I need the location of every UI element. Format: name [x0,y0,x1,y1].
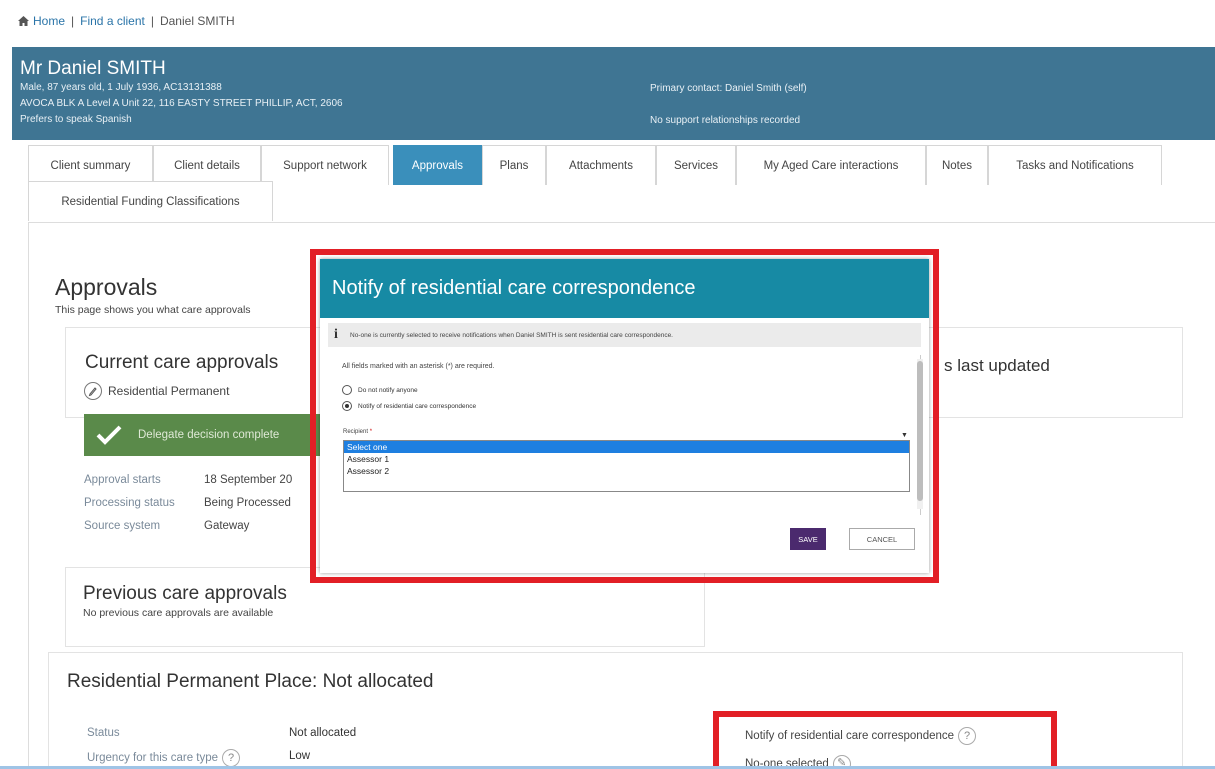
recipient-option[interactable]: Select one [344,441,909,453]
required-note: All fields marked with an asterisk (*) a… [342,363,495,370]
delegate-decision-status: Delegate decision complete [84,414,320,456]
processing-status-label: Processing status [84,497,175,509]
client-details: Male, 87 years old, 1 July 1936, AC13131… [20,82,222,93]
notify-label-row: Notify of residential care correspondenc… [745,727,980,745]
delegate-decision-text: Delegate decision complete [138,429,280,441]
recipient-option[interactable]: Assessor 1 [344,453,909,465]
tab-my-aged-care-interactions[interactable]: My Aged Care interactions [736,145,926,185]
breadcrumb-home-link[interactable]: Home [33,14,65,28]
last-updated-title: s last updated [944,356,1050,375]
previous-approvals-title: Previous care approvals [83,583,287,604]
radio-notify-label: Notify of residential care correspondenc… [358,402,477,410]
tab-tasks-and-notifications[interactable]: Tasks and Notifications [988,145,1162,185]
urgency-label-row: Urgency for this care type? [87,749,244,767]
cancel-button[interactable]: CANCEL [849,528,915,550]
info-text: No-one is currently selected to receive … [350,331,673,339]
info-icon: i [334,327,338,342]
breadcrumb-find-client-link[interactable]: Find a client [80,14,145,28]
save-button[interactable]: SAVE [790,528,826,550]
approval-starts-label: Approval starts [84,474,161,486]
checkmark-icon [96,425,122,445]
client-name: Mr Daniel SMITH [20,58,166,79]
radio-do-not-notify[interactable]: Do not notify anyone [342,385,418,395]
breadcrumb-current: Daniel SMITH [159,14,235,28]
urgency-value: Low [289,750,311,762]
approval-starts-value: 18 September 20 [204,474,293,486]
recipient-option[interactable]: Assessor 2 [344,465,909,477]
tab-residential-funding-classifications[interactable]: Residential Funding Classifications [28,181,273,221]
processing-status-row: Processing status Being Processed [84,497,291,509]
tab-client-details[interactable]: Client details [153,145,261,185]
residential-permanent-item[interactable]: Residential Permanent [84,382,229,400]
home-icon [18,16,29,26]
modal-title: Notify of residential care correspondenc… [320,259,929,318]
recipient-select[interactable]: Select one Assessor 1 Assessor 2 [343,440,910,492]
status-value: Not allocated [289,727,357,739]
processing-status-value: Being Processed [204,497,291,509]
source-system-row: Source system Gateway [84,520,249,532]
modal-scrollbar[interactable] [917,359,923,509]
current-approvals-title: Current care approvals [85,352,279,373]
tab-plans[interactable]: Plans [482,145,546,185]
radio-notify[interactable]: Notify of residential care correspondenc… [342,401,476,411]
approval-starts-row: Approval starts 18 September 20 [84,474,292,486]
recipient-label: Recipient * [343,429,373,435]
help-icon[interactable]: ? [958,727,977,745]
tab-services[interactable]: Services [656,145,736,185]
tab-notes[interactable]: Notes [926,145,988,185]
status-label: Status [87,727,120,739]
notify-modal: Notify of residential care correspondenc… [320,259,929,573]
page-title: Approvals [55,274,158,300]
breadcrumb: Home | Find a client | Daniel SMITH [18,14,235,28]
radio-do-not-notify-label: Do not notify anyone [358,386,418,394]
pencil-icon[interactable] [84,382,102,400]
residential-permanent-label: Residential Permanent [108,384,230,398]
radio-button[interactable] [342,385,352,395]
chevron-down-icon[interactable]: ▼ [901,432,908,439]
radio-button[interactable] [342,401,352,411]
tab-client-summary[interactable]: Client summary [28,145,153,185]
info-bar: i No-one is currently selected to receiv… [328,323,921,347]
urgency-label: Urgency for this care type [87,752,219,765]
residential-place-title: Residential Permanent Place: Not allocat… [67,671,434,692]
client-address: AVOCA BLK A Level A Unit 22, 116 EASTY S… [20,98,343,109]
source-system-label: Source system [84,520,161,532]
source-system-value: Gateway [204,520,250,532]
modal-body: All fields marked with an asterisk (*) a… [328,355,921,515]
page-description: This page shows you what care approvals [55,304,251,316]
primary-contact: Primary contact: Daniel Smith (self) [650,83,807,94]
previous-approvals-description: No previous care approvals are available [83,607,274,619]
notify-label: Notify of residential care correspondenc… [745,730,955,743]
support-relationships: No support relationships recorded [650,115,801,126]
tab-support-network[interactable]: Support network [261,145,389,185]
tab-approvals[interactable]: Approvals [393,145,482,185]
client-header: Mr Daniel SMITH Male, 87 years old, 1 Ju… [12,47,1215,140]
client-language: Prefers to speak Spanish [20,114,132,125]
tab-attachments[interactable]: Attachments [546,145,656,185]
help-icon[interactable]: ? [222,749,241,767]
